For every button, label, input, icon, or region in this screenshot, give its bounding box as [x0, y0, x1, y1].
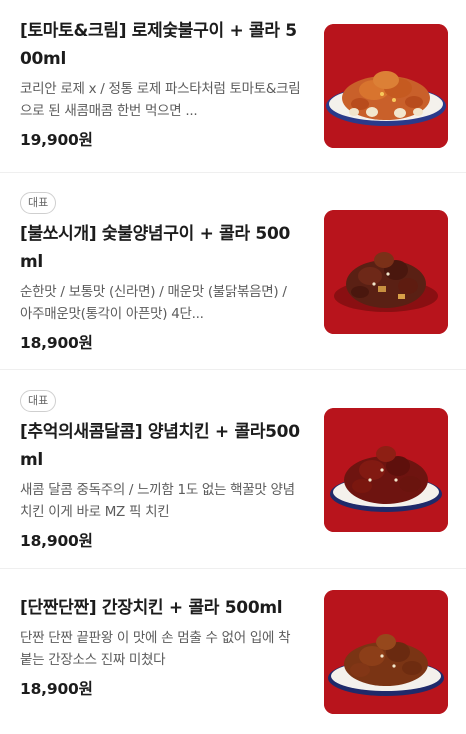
menu-item[interactable]: [단짠단짠] 간장치킨 + 콜라 500ml 단짠 단짠 끝판왕 이 맛에 손 … [0, 569, 466, 734]
menu-item-description: 새콤 달콤 중독주의 / 느끼함 1도 없는 핵꿀맛 양념치킨 이게 바로 MZ… [20, 482, 295, 520]
menu-item-price: 19,900원 [20, 131, 93, 149]
menu-item-image[interactable] [324, 408, 448, 532]
menu-item-title: [추억의새콤달콤] 양념치킨 + 콜라500ml [20, 422, 300, 470]
chicken-spicy-photo [324, 210, 448, 334]
menu-item-price: 18,900원 [20, 532, 93, 550]
menu-item[interactable]: 대표 [추억의새콤달콤] 양념치킨 + 콜라500ml 새콤 달콤 중독주의 /… [0, 370, 466, 568]
menu-item-price: 18,900원 [20, 680, 93, 698]
menu-item-description: 순한맛 / 보통맛 (신라면) / 매운맛 (불닭볶음면) / 아주매운맛(통각… [20, 284, 287, 322]
menu-item-image[interactable] [324, 24, 448, 148]
menu-item-text: 대표 [불쏘시개] 숯불양념구이 + 콜라 500ml 순한맛 / 보통맛 (신… [20, 191, 302, 353]
menu-item-text: [단짠단짠] 간장치킨 + 콜라 500ml 단짠 단짠 끝판왕 이 맛에 손 … [20, 594, 302, 699]
menu-item[interactable]: [토마토&크림] 로제숯불구이 + 콜라 500ml 코리안 로제 x / 정통… [0, 0, 466, 172]
menu-item-title: [토마토&크림] 로제숯불구이 + 콜라 500ml [20, 21, 297, 69]
chicken-rose-photo [324, 24, 448, 148]
chicken-soy-photo [324, 590, 448, 714]
menu-item-price: 18,900원 [20, 334, 93, 352]
menu-item-text: 대표 [추억의새콤달콤] 양념치킨 + 콜라500ml 새콤 달콤 중독주의 /… [20, 389, 302, 551]
menu-item-text: [토마토&크림] 로제숯불구이 + 콜라 500ml 코리안 로제 x / 정통… [20, 17, 302, 150]
menu-item[interactable]: 대표 [불쏘시개] 숯불양념구이 + 콜라 500ml 순한맛 / 보통맛 (신… [0, 173, 466, 368]
signature-badge: 대표 [20, 390, 57, 412]
chicken-yangnyeom-photo [324, 408, 448, 532]
menu-item-image[interactable] [324, 590, 448, 714]
menu-item-image[interactable] [324, 210, 448, 334]
menu-item-title: [불쏘시개] 숯불양념구이 + 콜라 500ml [20, 224, 291, 272]
menu-item-title: [단짠단짠] 간장치킨 + 콜라 500ml [20, 598, 283, 618]
menu-list: [토마토&크림] 로제숯불구이 + 콜라 500ml 코리안 로제 x / 정통… [0, 0, 466, 734]
menu-item-description: 단짠 단짠 끝판왕 이 맛에 손 멈출 수 없어 입에 착붙는 간장소스 진짜 … [20, 630, 291, 668]
menu-item-description: 코리안 로제 x / 정통 로제 파스타처럼 토마토&크림으로 된 새콤매콤 한… [20, 81, 301, 119]
signature-badge: 대표 [20, 192, 57, 214]
